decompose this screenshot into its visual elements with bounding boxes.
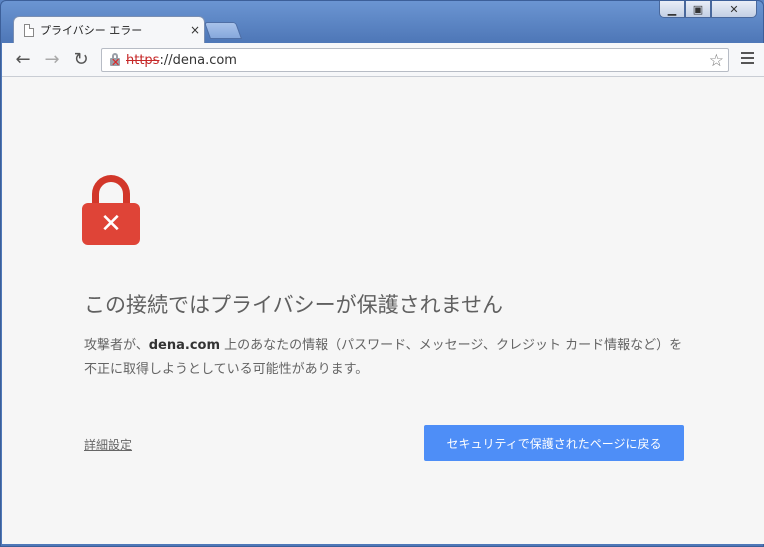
- maximize-icon: ▣: [692, 2, 704, 16]
- error-page: ✕ この接続ではプライバシーが保護されません 攻撃者が、dena.com 上のあ…: [2, 77, 764, 544]
- error-description: 攻撃者が、dena.com 上のあなたの情報（パスワード、メッセージ、クレジット…: [84, 338, 683, 377]
- maximize-button[interactable]: ▣: [685, 1, 711, 18]
- back-button-nav[interactable]: ←: [12, 49, 34, 71]
- forward-button[interactable]: →: [41, 49, 63, 71]
- domain-name: dena.com: [148, 338, 221, 353]
- window-controls: ▁ ▣ ✕: [659, 1, 757, 18]
- url-scheme: https: [126, 52, 160, 68]
- bookmark-star-icon[interactable]: ☆: [709, 51, 724, 71]
- toolbar: ← → ↻ ✕ https://dena.com ☆: [2, 43, 764, 77]
- minimize-icon: ▁: [667, 2, 677, 16]
- menu-icon[interactable]: [741, 52, 754, 66]
- tab-title: プライバシー エラー: [40, 24, 143, 37]
- lock-error-icon: ✕: [82, 175, 140, 245]
- tab-close-icon[interactable]: ×: [186, 23, 204, 37]
- broken-lock-icon[interactable]: ✕: [108, 53, 124, 69]
- close-icon: ✕: [729, 2, 739, 16]
- minimize-button[interactable]: ▁: [659, 1, 685, 18]
- back-to-safety-button[interactable]: セキュリティで保護されたページに戻る: [424, 425, 684, 461]
- back-arrow-icon: ←: [15, 49, 31, 70]
- close-window-button[interactable]: ✕: [711, 1, 757, 18]
- tab-privacy-error[interactable]: プライバシー エラー ×: [13, 16, 205, 43]
- url-host: ://dena.com: [159, 52, 237, 68]
- reload-icon: ↻: [73, 49, 89, 70]
- forward-arrow-icon: →: [44, 49, 60, 70]
- page-icon: [24, 23, 34, 37]
- browser-window: ▁ ▣ ✕ プライバシー エラー × ← → ↻ ✕ https://dena.…: [0, 0, 764, 547]
- page-title: この接続ではプライバシーが保護されません: [84, 293, 503, 317]
- address-bar[interactable]: ✕ https://dena.com ☆: [101, 48, 729, 72]
- advanced-link[interactable]: 詳細設定: [84, 436, 132, 453]
- reload-button[interactable]: ↻: [70, 49, 92, 71]
- new-tab-button[interactable]: [203, 22, 243, 39]
